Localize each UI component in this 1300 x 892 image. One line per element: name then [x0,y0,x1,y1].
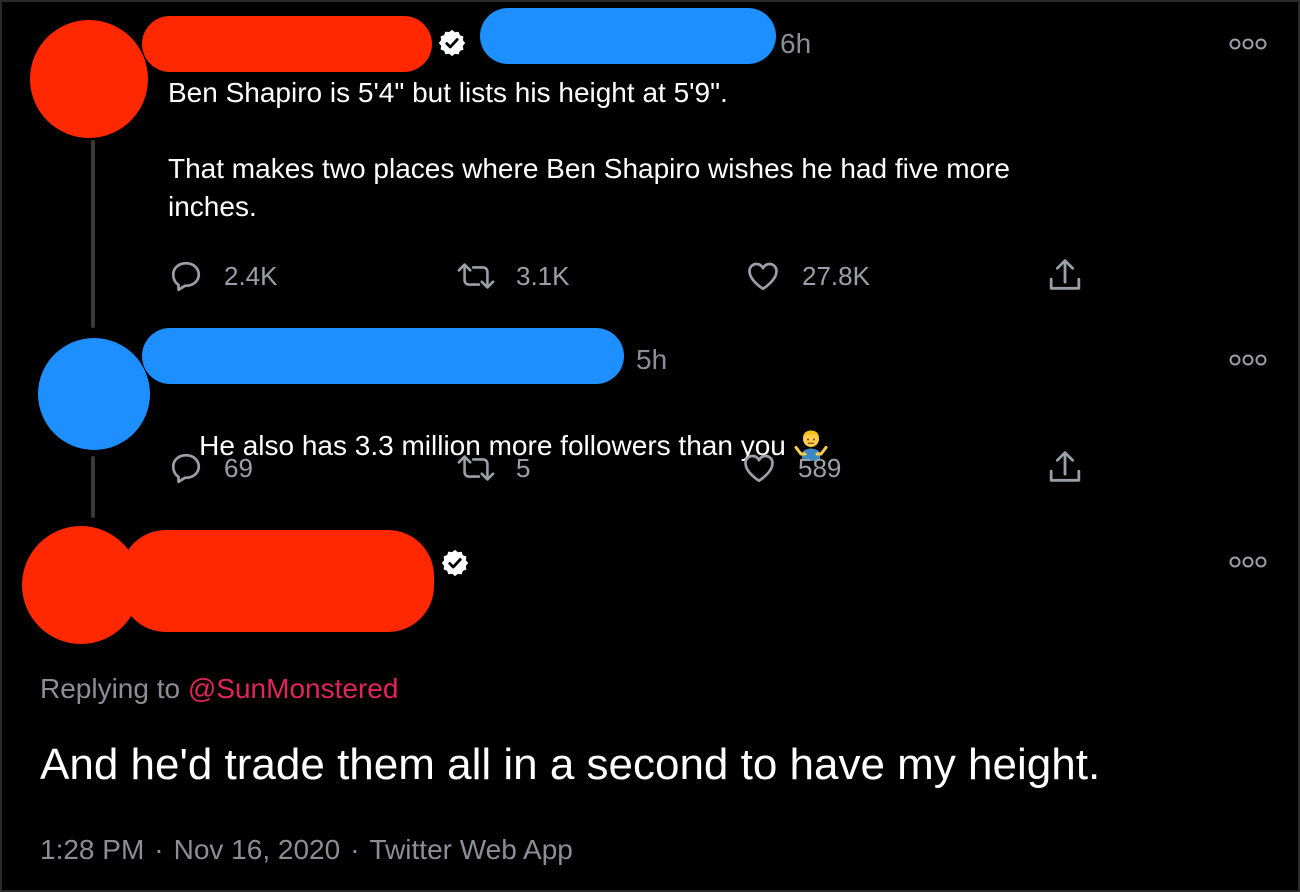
heart-icon [744,454,774,483]
reply-button[interactable]: 69 [168,448,253,488]
retweet-icon [457,263,495,289]
tweet-time[interactable]: 6h [780,28,811,60]
reply-bubble-icon [171,453,201,484]
meta-separator: · [350,834,360,865]
avatar-redacted[interactable] [38,338,150,450]
display-name-redacted[interactable] [142,328,624,384]
retweet-count: 3.1K [516,260,570,291]
retweet-button[interactable]: 5 [456,448,530,488]
like-count: 589 [798,452,842,483]
display-name-redacted[interactable] [120,530,434,632]
more-dots-icon[interactable] [1228,552,1268,572]
main-tweet-text: And he'd trade them all in a second to h… [40,740,1101,789]
thread-line [91,140,95,328]
reply-count: 69 [224,452,253,483]
reply-button[interactable]: 2.4K [168,256,278,296]
verified-badge-icon [441,549,469,577]
replying-to: Replying to @SunMonstered [40,673,398,705]
reply-count: 2.4K [224,260,278,291]
replying-handle-link[interactable]: @SunMonstered [188,673,399,704]
tweet-text: Ben Shapiro is 5'4" but lists his height… [168,77,1010,222]
retweet-icon [457,455,495,481]
heart-icon [748,262,778,291]
share-button[interactable] [1046,256,1084,296]
reply-bubble-icon [171,261,201,292]
meta-separator: · [154,834,164,865]
replying-prefix: Replying to [40,673,181,704]
share-button[interactable] [1046,448,1084,488]
display-name-redacted[interactable] [142,16,432,72]
more-dots-icon[interactable] [1228,350,1268,370]
share-upload-icon [1049,451,1081,482]
retweet-button[interactable]: 3.1K [456,256,570,296]
retweet-count: 5 [516,452,531,483]
thread-line [91,456,95,518]
like-button[interactable]: 589 [740,448,841,488]
tweet-source[interactable]: Twitter Web App [370,834,573,866]
share-upload-icon [1049,259,1081,290]
tweet-date[interactable]: Nov 16, 2020 [174,834,341,866]
tweet-timestamp[interactable]: 1:28 PM [40,834,144,866]
tweet-time[interactable]: 5h [636,344,667,376]
tweet-meta: 1:28 PM · Nov 16, 2020 · Twitter Web App [40,834,573,866]
like-button[interactable]: 27.8K [744,256,870,296]
verified-badge-icon [438,29,466,57]
username-redacted[interactable] [480,8,776,64]
like-count: 27.8K [802,260,870,291]
avatar-redacted[interactable] [30,20,148,138]
more-dots-icon[interactable] [1228,34,1268,54]
